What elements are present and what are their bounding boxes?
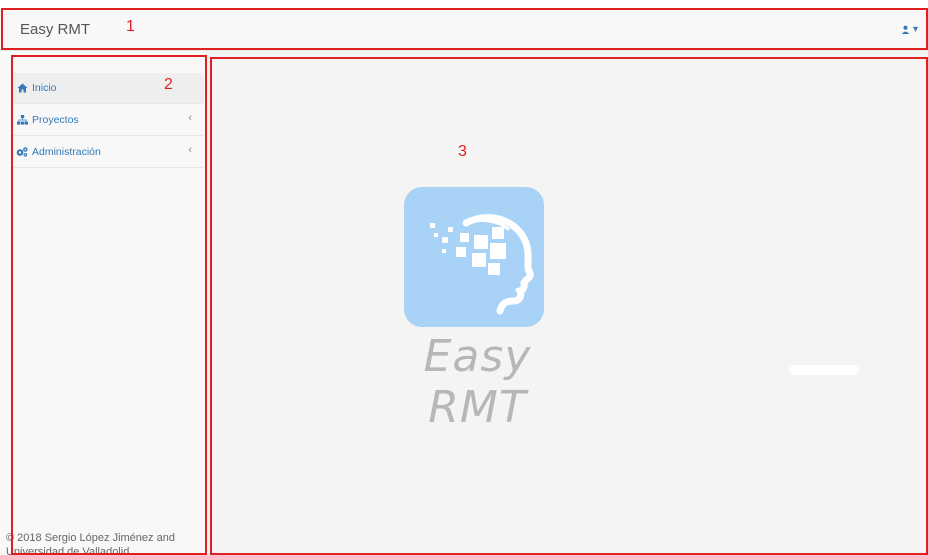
- annotation-number-3: 3: [458, 143, 467, 160]
- annotation-number-1: 1: [126, 18, 135, 35]
- chevron-left-icon: ‹: [188, 112, 192, 124]
- sidebar-item-proyectos[interactable]: Proyectos ‹: [11, 105, 204, 136]
- home-icon: [16, 82, 28, 94]
- annotation-number-2: 2: [164, 76, 173, 93]
- sidebar: Inicio Proyectos ‹ Administración ‹ © 20…: [0, 51, 207, 555]
- top-navbar: Easy RMT ▾: [0, 8, 928, 51]
- sidebar-item-inicio[interactable]: Inicio: [11, 73, 204, 104]
- sidebar-footer: © 2018 Sergio López Jiménez and Universi…: [6, 531, 196, 555]
- main-content: Easy RMT: [207, 51, 928, 555]
- head-profile-icon: [430, 214, 534, 315]
- app-screen: Easy RMT ▾ Inicio Proyectos ‹ Administra…: [0, 0, 928, 555]
- app-logo: [404, 187, 544, 327]
- cogs-icon: [16, 146, 28, 158]
- sidebar-item-label: Inicio: [32, 82, 57, 94]
- sidebar-item-label: Administración: [32, 146, 101, 158]
- logo-wordmark: Easy RMT: [423, 331, 532, 433]
- footer-institution: Universidad de Valladolid: [6, 546, 130, 555]
- white-smudge: [789, 365, 859, 375]
- chevron-down-icon: ▾: [912, 24, 918, 35]
- chevron-left-icon: ‹: [188, 144, 192, 156]
- user-icon: [901, 25, 910, 34]
- sidebar-item-label: Proyectos: [32, 114, 79, 126]
- sidebar-item-administracion[interactable]: Administración ‹: [11, 137, 204, 168]
- sitemap-icon: [16, 114, 28, 126]
- brand-title[interactable]: Easy RMT: [20, 21, 90, 38]
- user-menu-button[interactable]: ▾: [901, 24, 918, 35]
- footer-copyright: © 2018 Sergio López Jiménez and: [6, 532, 175, 544]
